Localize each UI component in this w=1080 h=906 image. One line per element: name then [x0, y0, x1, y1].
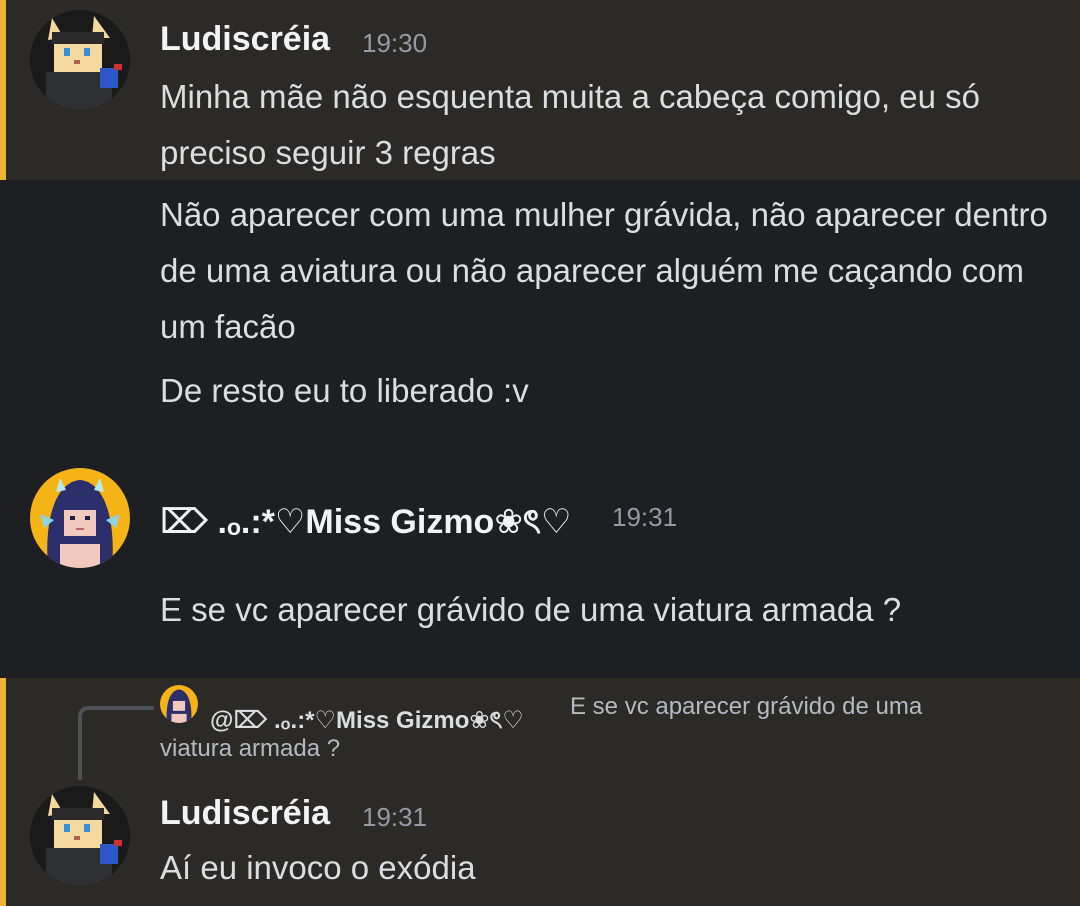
pixel-cat-avatar-icon — [30, 786, 130, 886]
message-2-timestamp: 19:31 — [612, 502, 678, 532]
message-2-line-1: E se vc aparecer grávido de uma viatura … — [160, 591, 902, 628]
reply-text-line-1[interactable]: E se vc aparecer grávido de uma — [570, 688, 922, 726]
message-3-line-1: Aí eu invoco o exódia — [160, 849, 476, 886]
ludiscreia-avatar[interactable] — [30, 10, 130, 110]
reply-connector — [78, 706, 154, 780]
pixel-cat-avatar-icon — [30, 10, 130, 110]
ludiscreia-avatar-2[interactable] — [30, 786, 130, 886]
message-1-timestamp: 19:30 — [362, 28, 428, 58]
miss-gizmo-avatar[interactable] — [30, 468, 130, 568]
anime-girl-mini-avatar-icon — [160, 685, 198, 723]
message-1-line-1: Minha mãe não esquenta muita a cabeça co… — [160, 78, 981, 171]
message-3-author[interactable]: Ludiscréia — [160, 794, 330, 833]
reply-text-line-2[interactable]: viatura armada ? — [160, 730, 340, 768]
message-1-author[interactable]: Ludiscréia — [160, 20, 330, 59]
message-1-line-2: Não aparecer com uma mulher grávida, não… — [160, 196, 1048, 345]
message-2-author[interactable]: ⌦ .ₒ.:*♡Miss Gizmo❀ৎ♡ — [160, 496, 571, 553]
anime-girl-avatar-icon — [30, 468, 130, 568]
message-3-timestamp: 19:31 — [362, 802, 428, 832]
reply-miss-gizmo-avatar[interactable] — [160, 685, 198, 723]
message-1-line-3: De resto eu to liberado :v — [160, 372, 529, 409]
